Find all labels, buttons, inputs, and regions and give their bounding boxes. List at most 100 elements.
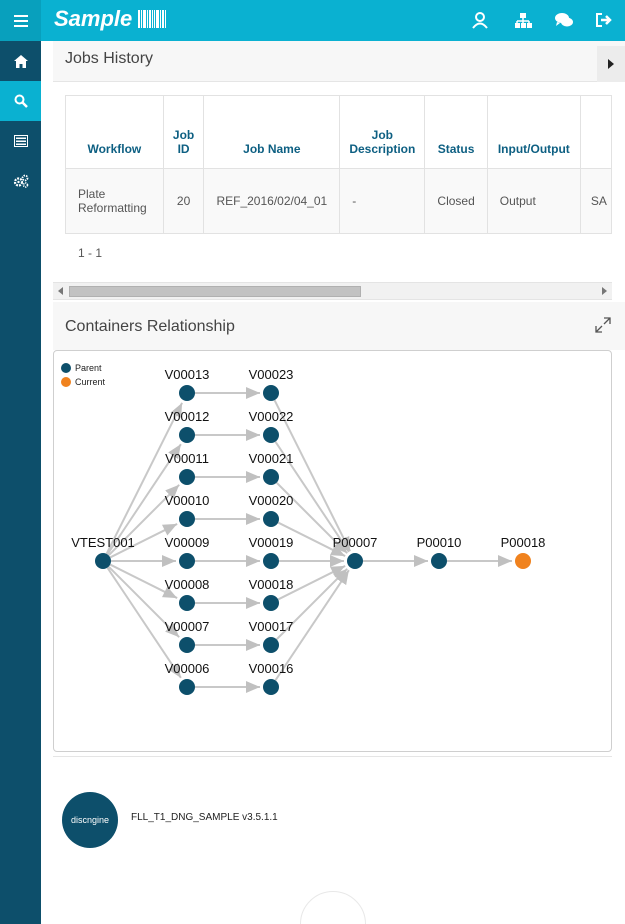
graph-node-dot[interactable]	[179, 679, 195, 695]
containers-graph: VTEST001 V00013 V00012 V00011 V00010 V00009 V0…	[53, 350, 612, 752]
containers-title: Containers Relationship	[65, 318, 235, 335]
search-icon	[14, 94, 28, 108]
graph-node-label: V00009	[165, 535, 210, 550]
column-header-input-output[interactable]: Input/Output	[486, 95, 581, 169]
legend-parent-label: Parent	[75, 363, 102, 373]
graph-node-dot[interactable]	[263, 511, 279, 527]
graph-node[interactable]: V00011	[165, 451, 209, 485]
logo-text: discngine	[70, 815, 110, 825]
graph-node-dot[interactable]	[347, 553, 363, 569]
graph-node[interactable]: V00021	[249, 451, 294, 485]
cell-extra: SA	[579, 168, 612, 234]
graph-node-label: V00006	[165, 661, 210, 676]
horizontal-scrollbar[interactable]	[53, 282, 612, 300]
containers-header: Containers Relationship	[53, 302, 625, 350]
graph-node[interactable]: V00008	[165, 577, 210, 611]
cell-status: Closed	[424, 168, 488, 234]
column-header-job-description[interactable]: Job Description	[339, 95, 426, 169]
graph-node-dot[interactable]	[515, 553, 531, 569]
graph-node-dot[interactable]	[263, 427, 279, 443]
sidebar-item-home[interactable]	[0, 41, 41, 81]
graph-node-dot[interactable]	[179, 637, 195, 653]
scroll-right-arrow[interactable]	[602, 287, 607, 295]
graph-node-dot[interactable]	[263, 679, 279, 695]
graph-node-dot[interactable]	[179, 595, 195, 611]
graph-node-label: V00008	[165, 577, 210, 592]
graph-node[interactable]: V00013	[165, 367, 210, 401]
graph-node[interactable]: V00009	[165, 535, 210, 569]
graph-node-dot[interactable]	[263, 469, 279, 485]
job-name-link[interactable]: REF_2016/02/04_01	[203, 168, 341, 234]
section-divider	[53, 756, 612, 757]
sitemap-icon[interactable]	[513, 10, 533, 30]
discngine-logo: discngine	[62, 792, 118, 848]
graph-node[interactable]: V00018	[249, 577, 294, 611]
graph-node-label: P00007	[333, 535, 378, 550]
graph-node-label: V00021	[249, 451, 294, 466]
brand-logo[interactable]: Sample	[54, 6, 167, 32]
graph-node-dot[interactable]	[179, 385, 195, 401]
graph-node-label: P00010	[417, 535, 462, 550]
graph-node-dot[interactable]	[95, 553, 111, 569]
sidebar	[0, 41, 41, 924]
graph-node[interactable]: P00007	[333, 535, 378, 569]
graph-node-dot[interactable]	[179, 427, 195, 443]
graph-node-label: V00012	[165, 409, 210, 424]
graph-node-label: V00016	[249, 661, 294, 676]
main-content: Jobs History Workflow Job ID Job Name Jo…	[41, 41, 625, 924]
column-header-extra[interactable]	[579, 95, 612, 169]
cell-input-output: Output	[486, 168, 581, 234]
graph-node-label: P00018	[501, 535, 546, 550]
graph-node-dot[interactable]	[263, 553, 279, 569]
jobs-table-container: Workflow Job ID Job Name Job Description…	[41, 41, 612, 241]
cogs-icon	[13, 174, 28, 188]
graph-node-dot[interactable]	[179, 469, 195, 485]
expand-icon[interactable]	[595, 317, 611, 333]
graph-node-dot[interactable]	[263, 385, 279, 401]
list-icon	[13, 135, 28, 147]
graph-node-dot[interactable]	[179, 553, 195, 569]
chat-icon[interactable]	[554, 10, 574, 30]
graph-node-dot[interactable]	[263, 637, 279, 653]
graph-node[interactable]: P00010	[417, 535, 462, 569]
graph-node[interactable]: V00020	[249, 493, 294, 527]
logout-icon[interactable]	[594, 10, 614, 30]
graph-node[interactable]: V00010	[165, 493, 210, 527]
graph-node-label: V00013	[165, 367, 210, 382]
graph-node-label: V00011	[165, 451, 209, 466]
scroll-left-arrow[interactable]	[58, 287, 63, 295]
column-header-status[interactable]: Status	[424, 95, 488, 169]
cell-job-description: -	[339, 168, 426, 234]
scroll-top-button[interactable]	[300, 891, 366, 924]
column-header-job-id[interactable]: Job ID	[162, 95, 205, 169]
graph-node-label: V00020	[249, 493, 294, 508]
pagination-info: 1 - 1	[78, 246, 103, 260]
graph-node[interactable]: V00007	[165, 619, 210, 653]
graph-node-label: V00023	[249, 367, 294, 382]
graph-node-dot[interactable]	[179, 511, 195, 527]
sidebar-item-search[interactable]	[0, 81, 41, 121]
column-header-job-name[interactable]: Job Name	[203, 95, 341, 169]
graph-node-label: V00022	[249, 409, 294, 424]
graph-node[interactable]: V00006	[165, 661, 210, 695]
graph-node-label: V00018	[249, 577, 294, 592]
table-row[interactable]: Plate Reformatting 20 REF_2016/02/04_01 …	[65, 168, 612, 234]
graph-node[interactable]: V00016	[249, 661, 294, 695]
user-icon[interactable]	[470, 10, 490, 30]
column-header-workflow[interactable]: Workflow	[65, 95, 164, 169]
menu-toggle-button[interactable]	[0, 0, 41, 41]
graph-node[interactable]: V00023	[249, 367, 294, 401]
graph-node-dot[interactable]	[431, 553, 447, 569]
graph-node[interactable]: V00017	[249, 619, 294, 653]
sidebar-item-settings[interactable]	[0, 161, 41, 201]
sidebar-item-list[interactable]	[0, 121, 41, 161]
scrollbar-thumb[interactable]	[69, 286, 361, 297]
brand-name: Sample	[54, 6, 133, 31]
graph-node[interactable]: VTEST001	[71, 535, 135, 569]
top-bar: Sample	[0, 0, 625, 41]
graph-node[interactable]: V00019	[249, 535, 294, 569]
graph-node-label: VTEST001	[71, 535, 135, 550]
cell-job-id: 20	[162, 168, 205, 234]
graph-node[interactable]: P00018	[501, 535, 546, 569]
graph-node-dot[interactable]	[263, 595, 279, 611]
